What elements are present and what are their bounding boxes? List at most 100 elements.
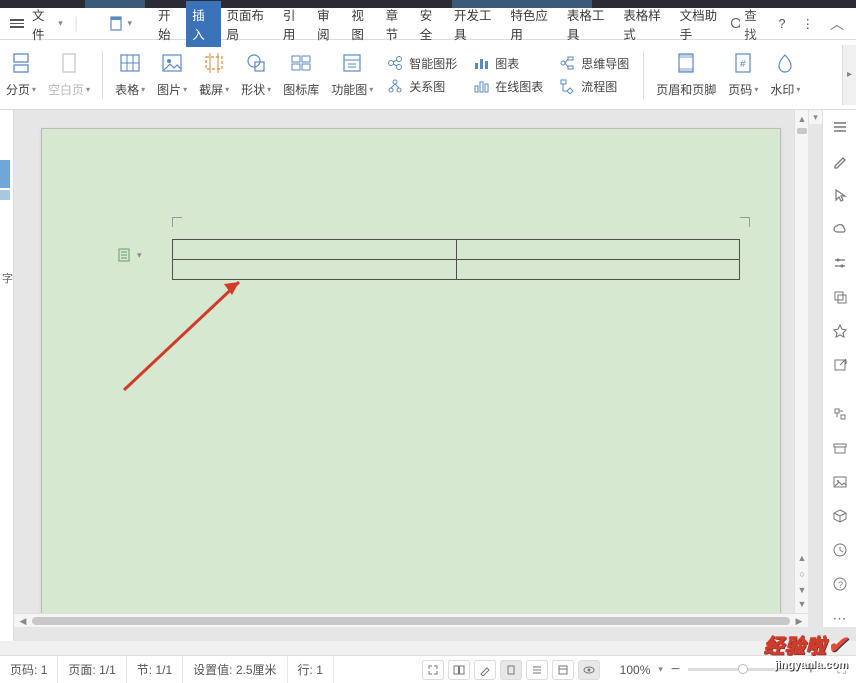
hamburger-icon[interactable] bbox=[10, 19, 24, 28]
share-icon[interactable] bbox=[829, 356, 851, 374]
function-chart-button[interactable]: 功能图▾ bbox=[325, 51, 379, 98]
tab-insert[interactable]: 插入 bbox=[186, 1, 220, 47]
archive-icon[interactable] bbox=[829, 439, 851, 457]
status-page-number[interactable]: 页码: 1 bbox=[0, 656, 58, 683]
cursor-icon[interactable] bbox=[829, 186, 851, 204]
document-page[interactable]: ▾ bbox=[41, 128, 781, 613]
ribbon-overflow[interactable]: ▸ bbox=[842, 45, 856, 105]
tab-references[interactable]: 引用 bbox=[277, 1, 311, 47]
zoom-value[interactable]: 100% bbox=[620, 663, 651, 677]
table-row[interactable] bbox=[173, 260, 740, 280]
scrollbar-thumb[interactable] bbox=[32, 617, 790, 625]
icon-library-button[interactable]: 图标库 bbox=[277, 51, 325, 98]
more-button[interactable]: ⋮ bbox=[802, 16, 815, 31]
scroll-down-icon[interactable]: ▼ bbox=[795, 597, 809, 611]
tab-section[interactable]: 章节 bbox=[380, 1, 414, 47]
relation-chart-button[interactable]: 关系图 bbox=[387, 78, 457, 95]
table-cell[interactable] bbox=[456, 260, 740, 280]
status-section[interactable]: 节: 1/1 bbox=[127, 656, 183, 683]
edit-view-button[interactable] bbox=[474, 660, 496, 680]
screenshot-button[interactable]: 截屏▾ bbox=[193, 51, 235, 98]
tools-icon[interactable] bbox=[829, 406, 851, 424]
document-icon[interactable] bbox=[109, 16, 125, 32]
inserted-table[interactable] bbox=[172, 239, 740, 280]
chart-button[interactable]: 图表 bbox=[473, 55, 543, 72]
image-icon[interactable] bbox=[829, 473, 851, 491]
page-number-label: 页码 bbox=[728, 81, 752, 98]
table-cell[interactable] bbox=[456, 240, 740, 260]
watermark-label: 水印 bbox=[770, 81, 794, 98]
tab-view[interactable]: 视图 bbox=[345, 1, 379, 47]
more-icon[interactable]: ⋯ bbox=[829, 609, 851, 627]
flowchart-button[interactable]: 流程图 bbox=[559, 78, 629, 95]
page-down-icon[interactable]: ▼ bbox=[795, 583, 809, 597]
page-up-icon[interactable]: ▲ bbox=[795, 551, 809, 565]
status-line[interactable]: 行: 1 bbox=[288, 656, 334, 683]
document-area: 字 ▾ ▾ ▲ ▲ bbox=[0, 110, 856, 641]
search-button[interactable]: 查找 bbox=[730, 5, 763, 43]
online-chart-button[interactable]: 在线图表 bbox=[473, 78, 543, 95]
page-number-button[interactable]: # 页码▾ bbox=[722, 51, 764, 98]
status-page[interactable]: 页面: 1/1 bbox=[58, 656, 126, 683]
page-view-button[interactable] bbox=[500, 660, 522, 680]
cube-icon[interactable] bbox=[829, 507, 851, 525]
scroll-right-icon[interactable]: ▶ bbox=[792, 614, 806, 628]
hamburger-icon[interactable] bbox=[829, 118, 851, 136]
margin-corner bbox=[172, 217, 182, 227]
blank-page-button[interactable]: 空白页▾ bbox=[42, 51, 96, 98]
table-cell[interactable] bbox=[173, 260, 457, 280]
blank-page-label: 空白页 bbox=[48, 81, 84, 98]
header-footer-button[interactable]: 页眉和页脚 bbox=[650, 51, 722, 98]
web-view-button[interactable] bbox=[552, 660, 574, 680]
ruler-toggle[interactable]: ▾ bbox=[808, 110, 822, 124]
picture-button[interactable]: 图片▾ bbox=[151, 51, 193, 98]
paragraph-options-icon[interactable]: ▾ bbox=[117, 247, 142, 263]
zoom-slider[interactable] bbox=[688, 668, 798, 671]
help-button[interactable]: ? bbox=[779, 17, 786, 31]
scroll-up-icon[interactable]: ▲ bbox=[795, 112, 809, 126]
paging-button[interactable]: 分页▾ bbox=[0, 51, 42, 98]
table-button[interactable]: 表格▾ bbox=[109, 51, 151, 98]
tab-home[interactable]: 开始 bbox=[152, 1, 186, 47]
read-view-button[interactable] bbox=[448, 660, 470, 680]
chevron-down-icon[interactable]: ▾ bbox=[128, 18, 133, 29]
horizontal-scrollbar[interactable]: ◀ ▶ bbox=[14, 613, 808, 627]
flowchart-label: 流程图 bbox=[581, 78, 617, 95]
eye-view-button[interactable] bbox=[578, 660, 600, 680]
zoom-in-button[interactable]: + bbox=[806, 661, 815, 679]
expand-icon[interactable]: ⛶ bbox=[828, 662, 856, 677]
table-row[interactable] bbox=[173, 240, 740, 260]
settings-icon[interactable] bbox=[829, 254, 851, 272]
zoom-slider-knob[interactable] bbox=[738, 664, 748, 674]
history-icon[interactable] bbox=[829, 541, 851, 559]
tab-doc-helper[interactable]: 文档助手 bbox=[674, 1, 730, 47]
layers-icon[interactable] bbox=[829, 288, 851, 306]
star-icon[interactable] bbox=[829, 322, 851, 340]
scrollbar-thumb[interactable] bbox=[797, 128, 807, 134]
table-cell[interactable] bbox=[173, 240, 457, 260]
tab-table-styles[interactable]: 表格样式 bbox=[617, 1, 673, 47]
cloud-icon[interactable] bbox=[829, 220, 851, 238]
collapse-ribbon-icon[interactable]: ︿ bbox=[830, 14, 844, 34]
outline-view-button[interactable] bbox=[526, 660, 548, 680]
zoom-out-button[interactable]: − bbox=[671, 661, 680, 679]
help-icon[interactable]: ? bbox=[829, 575, 851, 593]
file-menu[interactable]: 文件 ▾ bbox=[32, 5, 63, 43]
tab-page-layout[interactable]: 页面布局 bbox=[221, 1, 277, 47]
scroll-left-icon[interactable]: ◀ bbox=[16, 614, 30, 628]
watermark-button[interactable]: 水印▾ bbox=[764, 51, 806, 98]
document-viewport[interactable]: ▾ bbox=[14, 110, 808, 613]
pencil-icon[interactable] bbox=[829, 152, 851, 170]
shapes-button[interactable]: 形状▾ bbox=[235, 51, 277, 98]
side-toolbar: ? ⋯ bbox=[822, 110, 856, 627]
mind-map-button[interactable]: 思维导图 bbox=[559, 55, 629, 72]
zoom-dropdown-icon[interactable]: ▾ bbox=[658, 664, 663, 675]
tab-review[interactable]: 审阅 bbox=[311, 1, 345, 47]
vertical-scrollbar[interactable]: ▲ ▲ ○ ▼ ▼ bbox=[794, 110, 808, 613]
status-position[interactable]: 设置值: 2.5厘米 bbox=[183, 656, 287, 683]
paging-label: 分页 bbox=[6, 81, 30, 98]
browse-object-icon[interactable]: ○ bbox=[795, 567, 809, 581]
tab-security[interactable]: 安全 bbox=[414, 1, 448, 47]
fullscreen-view-button[interactable] bbox=[422, 660, 444, 680]
smart-graphic-button[interactable]: 智能图形 bbox=[387, 55, 457, 72]
